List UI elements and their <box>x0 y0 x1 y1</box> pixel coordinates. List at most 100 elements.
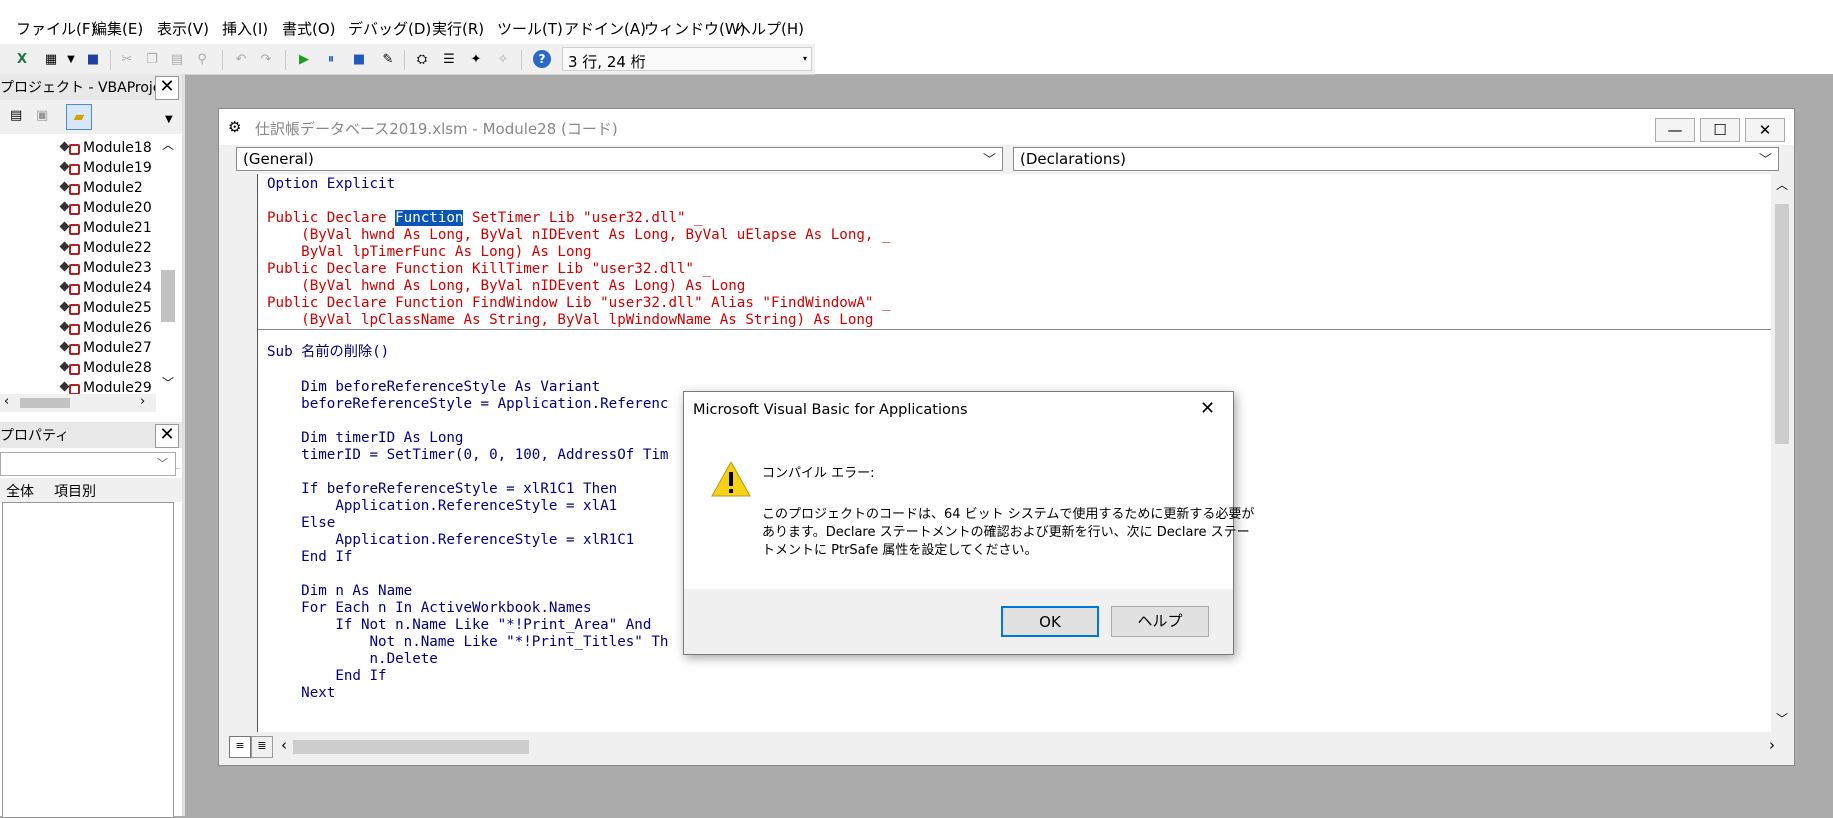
margin-indicator-bar[interactable] <box>229 174 255 732</box>
module-26-item[interactable]: Module26 <box>60 318 152 338</box>
procedure-view-button[interactable]: ≡ <box>229 736 251 758</box>
paste-icon[interactable]: ▤ <box>168 50 186 68</box>
undo-icon[interactable]: ↶ <box>232 50 250 68</box>
code-vertical-scrollbar[interactable]: ︿ ﹀ <box>1771 174 1793 732</box>
view-object-icon[interactable]: ▣ <box>36 108 48 123</box>
tab-alphabetic[interactable]: 全体 <box>6 481 34 501</box>
excel-icon[interactable]: X <box>13 50 31 68</box>
scroll-thumb[interactable] <box>20 398 70 408</box>
help-button[interactable]: ヘルプ <box>1111 606 1209 637</box>
toolbox-icon[interactable]: ✧ <box>494 50 512 68</box>
toggle-folders-icon[interactable]: ▰ <box>66 104 92 130</box>
cut-icon[interactable]: ✂ <box>118 50 136 68</box>
redo-icon[interactable]: ↷ <box>257 50 275 68</box>
procedure-combo[interactable]: (Declarations) ﹀ <box>1013 147 1779 171</box>
scroll-down-icon[interactable]: ▼ <box>165 114 173 125</box>
module-2-item[interactable]: Module2 <box>60 178 143 198</box>
menu-debug[interactable]: デバッグ(D) <box>348 18 431 39</box>
chevron-down-icon[interactable]: ﹀ <box>157 455 168 471</box>
ok-button[interactable]: OK <box>1001 606 1099 637</box>
help-icon[interactable]: ? <box>533 50 551 68</box>
properties-object-combo[interactable]: ﹀ <box>0 452 176 476</box>
code-line: Option Explicit <box>267 176 396 192</box>
module-19-item[interactable]: Module19 <box>60 158 152 178</box>
compile-error-dialog: Microsoft Visual Basic for Applications … <box>683 391 1254 655</box>
module-18-item[interactable]: Module18 <box>60 138 152 158</box>
menu-addins[interactable]: アドイン(A) <box>564 18 646 39</box>
menu-insert[interactable]: 挿入(I) <box>222 18 268 39</box>
code-horizontal-scrollbar[interactable]: ‹ › <box>279 736 1789 758</box>
scroll-left-icon[interactable]: ‹ <box>281 736 287 754</box>
close-icon[interactable]: ✕ <box>1200 398 1215 419</box>
properties-grid[interactable] <box>2 502 174 818</box>
full-module-view-button[interactable]: ≣ <box>251 736 273 758</box>
tree-horizontal-scrollbar[interactable]: ‹ › <box>0 394 156 412</box>
error-message-line: あります。Declare ステートメントの確認および更新を行い、次に Decla… <box>762 525 1250 540</box>
code-line: If beforeReferenceStyle = xlR1C1 Then <box>267 481 618 497</box>
scroll-thumb[interactable] <box>293 740 529 754</box>
toolbar-separator <box>222 50 223 70</box>
save-icon[interactable]: ■ <box>84 50 102 68</box>
tab-categorized[interactable]: 項目別 <box>54 481 96 501</box>
scroll-left-icon[interactable]: ‹ <box>4 394 9 409</box>
close-icon[interactable]: ✕ <box>155 424 179 448</box>
module-21-item[interactable]: Module21 <box>60 218 152 238</box>
scroll-up-icon[interactable]: ︿ <box>1776 176 1788 193</box>
module-icon <box>60 181 80 195</box>
project-tree: Module18 Module19 Module2 Module20 Modul… <box>0 134 180 469</box>
code-line: Application.ReferenceStyle = xlR1C1 <box>267 532 635 548</box>
code-line: End If <box>267 549 353 565</box>
view-code-icon[interactable]: ▤ <box>10 108 22 123</box>
module-24-item[interactable]: Module24 <box>60 278 152 298</box>
menu-help[interactable]: ヘルプ(H) <box>736 18 804 39</box>
find-icon[interactable]: ⚲ <box>193 50 211 68</box>
scroll-thumb[interactable] <box>161 270 175 322</box>
code-line: If Not n.Name Like "*!Print_Area" And <box>267 617 652 633</box>
menu-view[interactable]: 表示(V) <box>157 18 209 39</box>
reset-icon[interactable]: ■ <box>350 50 368 68</box>
menu-bar: ファイル(F) 編集(E) 表示(V) 挿入(I) 書式(O) デバッグ(D) … <box>0 10 1833 44</box>
module-27-item[interactable]: Module27 <box>60 338 152 358</box>
project-explorer-icon[interactable]: ⛭ <box>413 50 431 68</box>
code-line: Public Declare Function SetTimer Lib "us… <box>267 210 703 226</box>
chevron-down-icon[interactable]: ﹀ <box>983 149 996 168</box>
module-icon <box>60 361 80 375</box>
module-22-item[interactable]: Module22 <box>60 238 152 258</box>
minimize-icon[interactable]: — <box>1655 118 1695 142</box>
module-20-item[interactable]: Module20 <box>60 198 152 218</box>
menu-edit[interactable]: 編集(E) <box>92 18 143 39</box>
copy-icon[interactable]: ❐ <box>143 50 161 68</box>
scroll-thumb[interactable] <box>1775 204 1789 444</box>
menu-window[interactable]: ウィンドウ(W) <box>644 18 746 39</box>
module-25-item[interactable]: Module25 <box>60 298 152 318</box>
error-heading: コンパイル エラー: <box>762 466 875 481</box>
module-23-item[interactable]: Module23 <box>60 258 152 278</box>
tree-vertical-scrollbar[interactable]: ︿ ﹀ <box>156 134 180 394</box>
close-icon[interactable]: ✕ <box>1745 118 1785 142</box>
dock-splitter[interactable] <box>182 74 185 816</box>
design-mode-icon[interactable]: ✎ <box>379 50 397 68</box>
close-icon[interactable]: ✕ <box>155 76 179 100</box>
menu-format[interactable]: 書式(O) <box>282 18 336 39</box>
maximize-icon[interactable]: ☐ <box>1700 118 1740 142</box>
object-browser-icon[interactable]: ✦ <box>467 50 485 68</box>
pause-icon[interactable]: ⏸ <box>322 50 340 68</box>
toolbar-options-icon[interactable]: ▾ <box>803 54 807 63</box>
chevron-down-icon[interactable]: ﹀ <box>1759 149 1772 168</box>
scroll-down-icon[interactable]: ﹀ <box>1776 710 1788 727</box>
menu-file[interactable]: ファイル(F) <box>16 18 96 39</box>
menu-tools[interactable]: ツール(T) <box>497 18 563 39</box>
toolbar-separator <box>521 50 522 70</box>
scroll-right-icon[interactable]: › <box>1769 736 1775 754</box>
properties-window-icon[interactable]: ☰ <box>440 50 458 68</box>
scroll-up-icon[interactable]: ︿ <box>162 136 174 153</box>
scroll-down-icon[interactable]: ﹀ <box>162 374 174 391</box>
module-28-item[interactable]: Module28 <box>60 358 152 378</box>
insert-userform-icon[interactable]: ▦ <box>42 50 60 68</box>
scroll-right-icon[interactable]: › <box>140 394 145 409</box>
run-icon[interactable]: ▶ <box>295 50 313 68</box>
code-line: (ByVal hwnd As Long, ByVal nIDEvent As L… <box>267 278 746 294</box>
menu-run[interactable]: 実行(R) <box>432 18 484 39</box>
object-combo[interactable]: (General) ﹀ <box>236 147 1003 171</box>
dropdown-arrow-icon[interactable]: ▼ <box>62 50 80 68</box>
